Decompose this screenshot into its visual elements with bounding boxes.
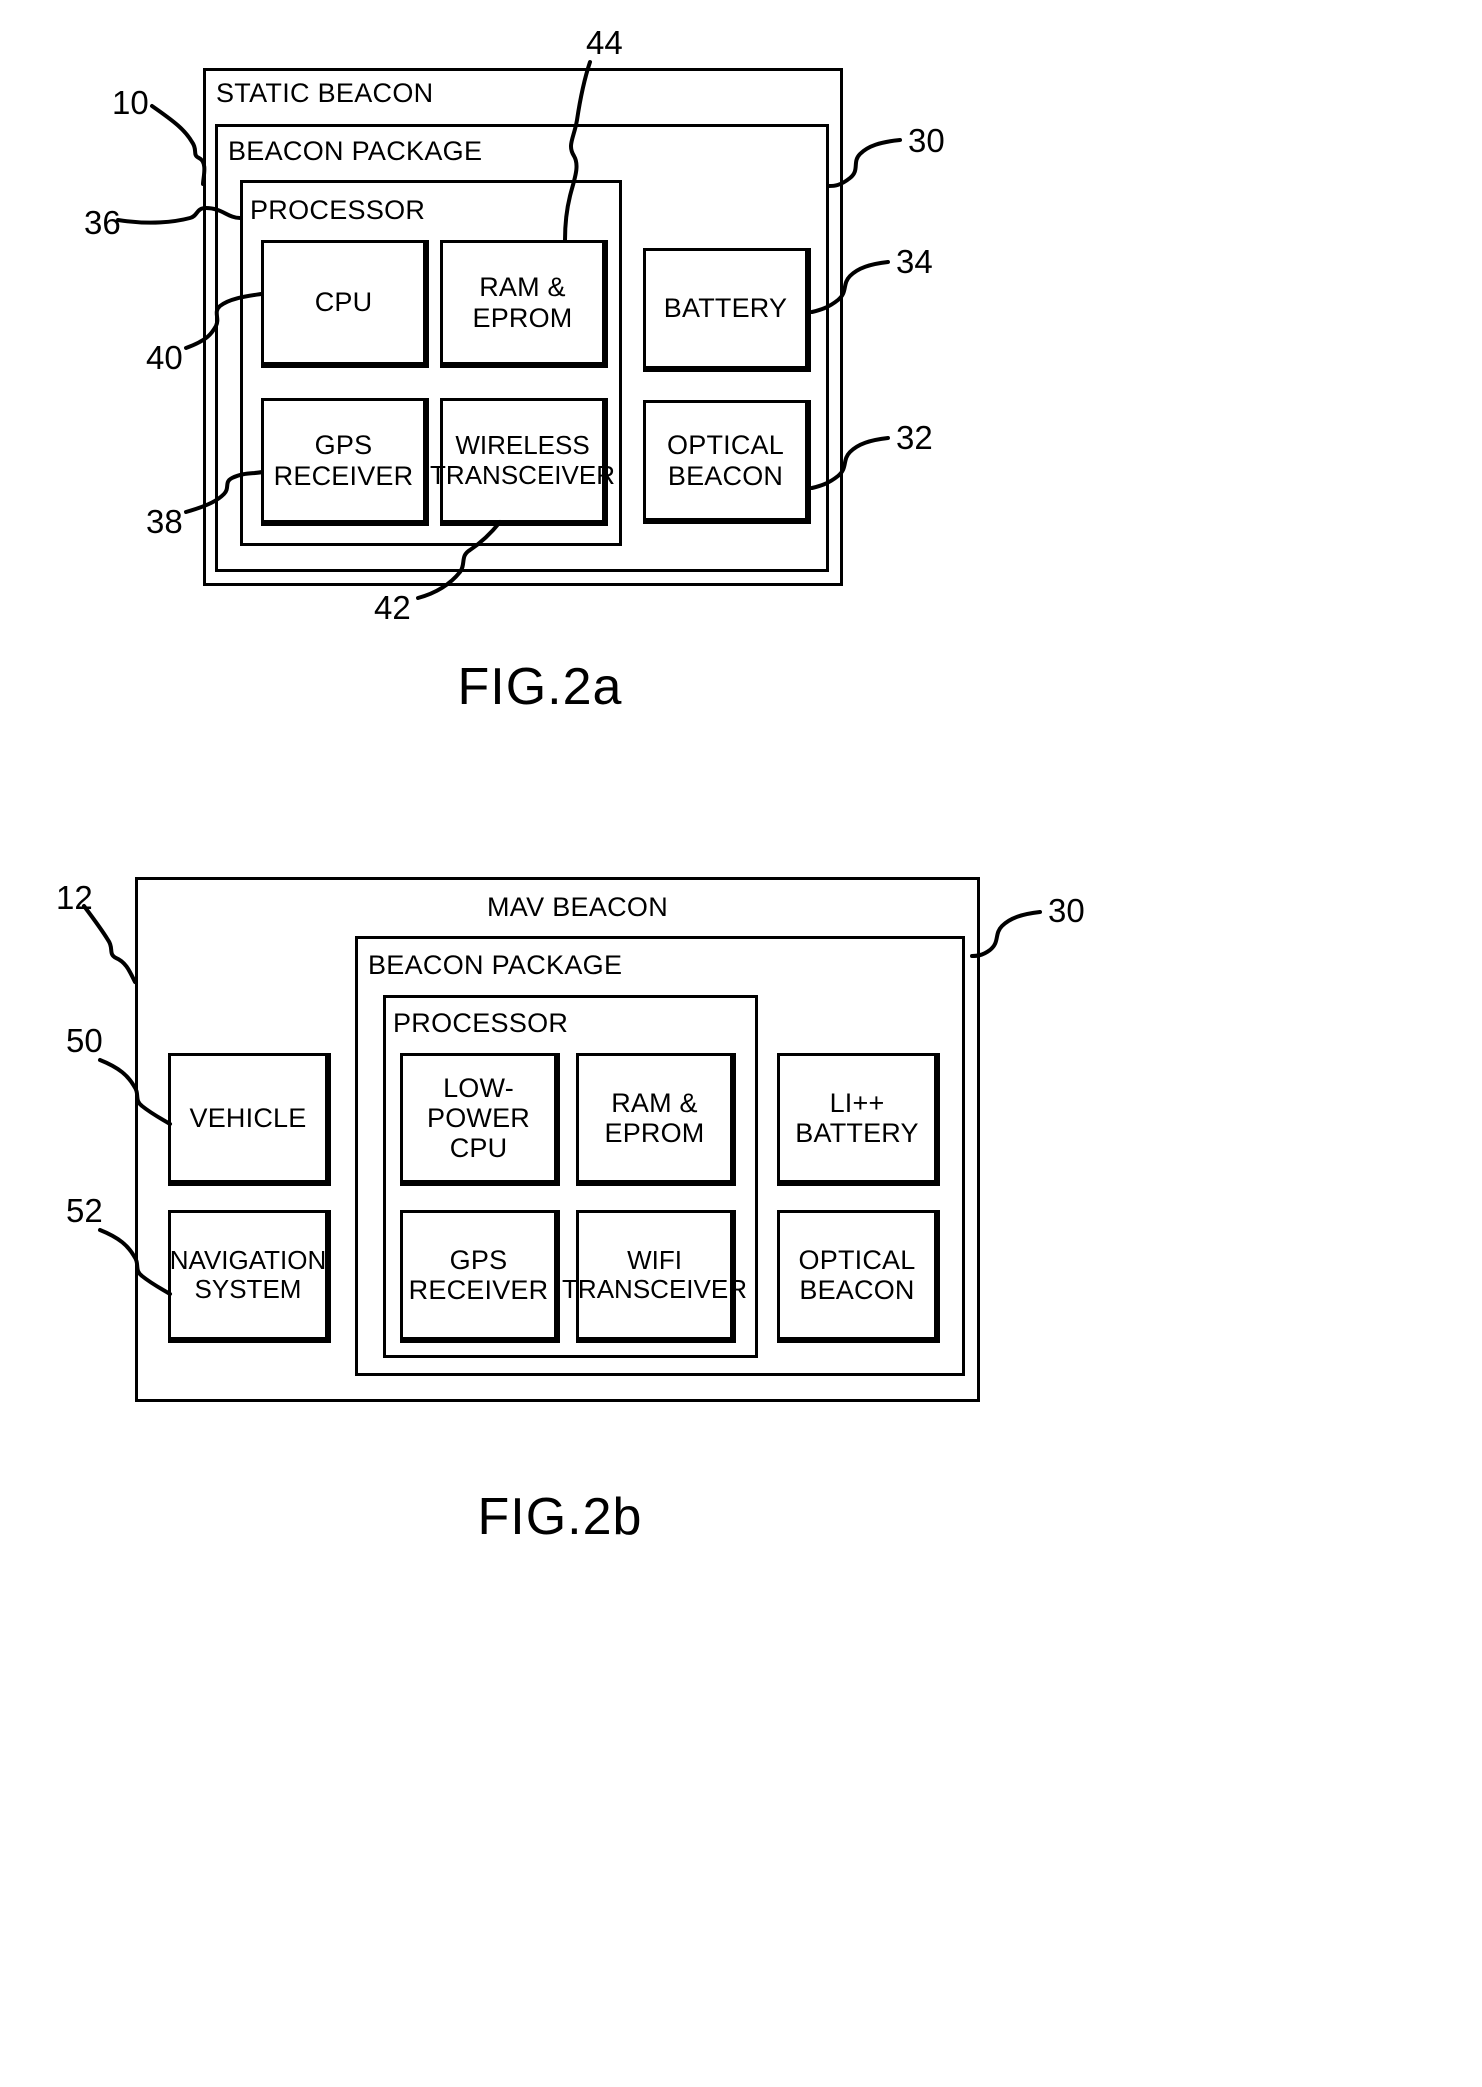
wireless-transceiver-block-2a: WIRELESS TRANSCEIVER [430, 398, 615, 526]
static-beacon-title: STATIC BEACON [216, 78, 434, 108]
ref-12-2b: 12 [56, 879, 93, 916]
ref-10-2a: 10 [112, 84, 149, 121]
patent-drawing-sheet: STATIC BEACON BEACON PACKAGE PROCESSOR C… [0, 0, 1482, 2087]
cpu-block-label-2a: CPU [314, 287, 373, 318]
low-power-cpu-block-2b: LOW- POWER CPU [400, 1053, 560, 1186]
optical-beacon-line-2-2b: BEACON [799, 1275, 915, 1305]
figure-label-2b: FIG.2b [477, 1488, 643, 1546]
optical-beacon-block-2b: OPTICAL BEACON [777, 1210, 940, 1343]
cpu-block-2a: CPU [261, 240, 429, 368]
battery-block-label-2a: BATTERY [663, 293, 788, 324]
figure-label-2a: FIG.2a [457, 658, 623, 716]
ref-38-2a: 38 [146, 503, 183, 540]
ram-eprom-line-1-2a: RAM & [479, 272, 566, 303]
ref-44-2a: 44 [586, 24, 623, 61]
navigation-system-line-1: NAVIGATION [169, 1244, 327, 1275]
beacon-package-title-2a: BEACON PACKAGE [228, 136, 483, 166]
li-battery-block-2b: LI++ BATTERY [777, 1053, 940, 1186]
ref-34-2a: 34 [896, 243, 933, 280]
wifi-transceiver-line-2: TRANSCEIVER [562, 1274, 747, 1304]
li-battery-line-2: BATTERY [795, 1118, 919, 1148]
li-battery-line-1: LI++ [829, 1087, 885, 1118]
processor-title-2b: PROCESSOR [393, 1008, 569, 1038]
vehicle-block-2b: VEHICLE [168, 1053, 331, 1186]
low-power-cpu-line-1: LOW- [443, 1072, 514, 1103]
optical-beacon-line-1-2a: OPTICAL [667, 430, 784, 461]
ram-eprom-block-2b: RAM & EPROM [576, 1053, 736, 1186]
ref-42-2a: 42 [374, 589, 411, 626]
vehicle-block-label: VEHICLE [189, 1102, 307, 1133]
wireless-transceiver-line-1-2a: WIRELESS [455, 430, 590, 461]
ram-eprom-block-2a: RAM & EPROM [440, 240, 608, 368]
low-power-cpu-line-3: CPU [449, 1133, 508, 1164]
gps-receiver-line-1-2b: GPS [449, 1244, 508, 1275]
ref-50-2b: 50 [66, 1022, 103, 1059]
optical-beacon-line-2-2a: BEACON [667, 460, 784, 491]
processor-title-2a: PROCESSOR [250, 195, 426, 225]
wifi-transceiver-line-1: WIFI [627, 1244, 682, 1275]
wireless-transceiver-line-2-2a: TRANSCEIVER [430, 459, 615, 490]
gps-receiver-line-1-2a: GPS [314, 430, 373, 461]
ram-eprom-line-1-2b: RAM & [611, 1087, 698, 1118]
optical-beacon-block-2a: OPTICAL BEACON [643, 400, 811, 524]
ref-40-2a: 40 [146, 339, 183, 376]
beacon-package-title-2b: BEACON PACKAGE [368, 950, 623, 980]
mav-beacon-title: MAV BEACON [487, 892, 669, 922]
gps-receiver-block-2a: GPS RECEIVER [261, 398, 429, 526]
navigation-system-line-2: SYSTEM [194, 1274, 302, 1304]
gps-receiver-line-2-2b: RECEIVER [408, 1275, 549, 1305]
gps-receiver-line-2-2a: RECEIVER [273, 460, 414, 491]
ram-eprom-line-2-2b: EPROM [604, 1118, 705, 1148]
low-power-cpu-line-2: POWER [426, 1102, 530, 1133]
ref-30-2a: 30 [908, 122, 945, 159]
ref-32-2a: 32 [896, 419, 933, 456]
ref-30-2b: 30 [1048, 892, 1085, 929]
optical-beacon-line-1-2b: OPTICAL [798, 1244, 916, 1275]
ref-36-2a: 36 [84, 204, 121, 241]
wifi-transceiver-block-2b: WIFI TRANSCEIVER [562, 1210, 747, 1343]
ref-52-2b: 52 [66, 1192, 103, 1229]
battery-block-2a: BATTERY [643, 248, 811, 372]
ram-eprom-line-2-2a: EPROM [472, 302, 573, 333]
navigation-system-block-2b: NAVIGATION SYSTEM [168, 1210, 331, 1343]
gps-receiver-block-2b: GPS RECEIVER [400, 1210, 560, 1343]
